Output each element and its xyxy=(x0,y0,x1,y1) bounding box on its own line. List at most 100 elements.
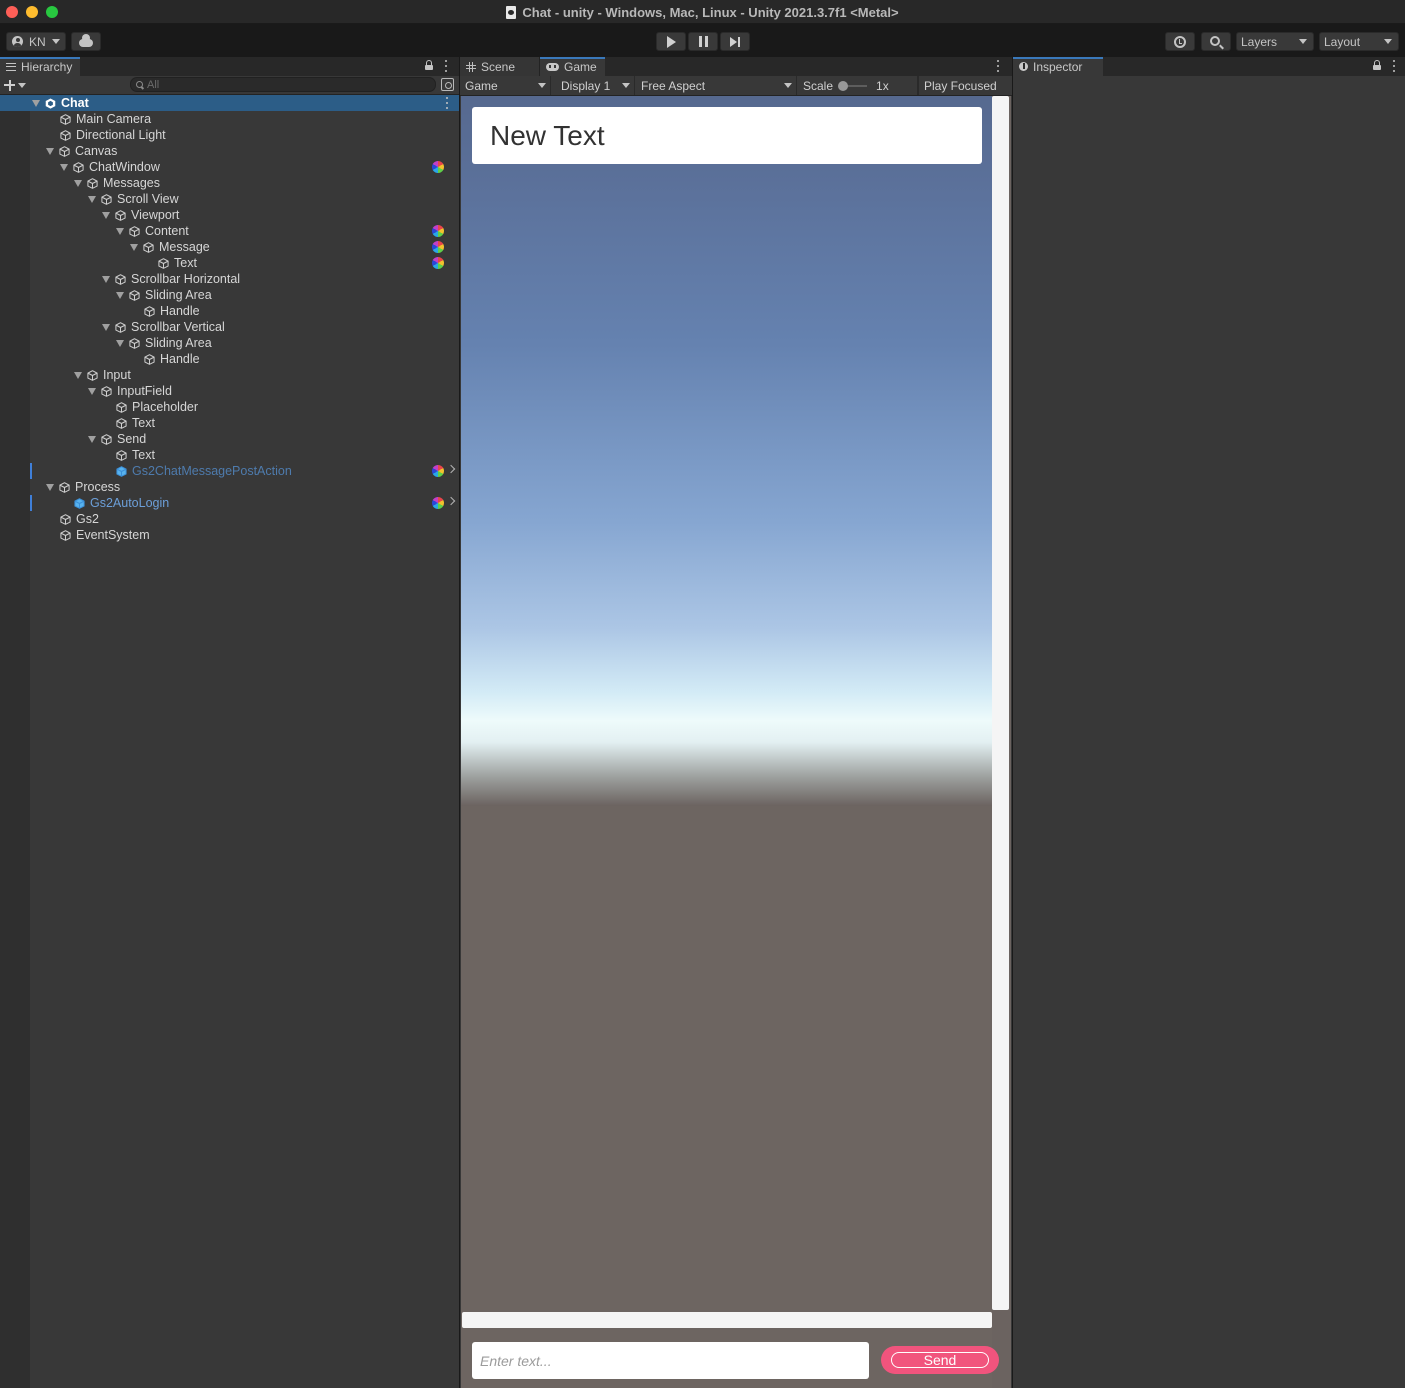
expand-arrow-icon[interactable] xyxy=(102,275,110,283)
hierarchy-row-label: Message xyxy=(159,240,210,254)
expand-arrow-icon[interactable] xyxy=(116,227,124,235)
expand-arrow-icon[interactable] xyxy=(88,387,96,395)
aspect-select[interactable]: Free Aspect xyxy=(636,76,797,95)
expand-arrow-icon[interactable] xyxy=(88,195,96,203)
layout-dropdown[interactable]: Layout xyxy=(1319,32,1399,51)
hierarchy-row[interactable]: EventSystem xyxy=(0,527,459,543)
chevron-right-icon[interactable] xyxy=(446,464,456,474)
expand-arrow-icon[interactable] xyxy=(102,323,110,331)
hierarchy-row[interactable]: Gs2 xyxy=(0,511,459,527)
scene-visibility-icon[interactable] xyxy=(441,78,454,91)
hierarchy-row[interactable]: InputField xyxy=(0,383,459,399)
hierarchy-row[interactable]: Sliding Area xyxy=(0,287,459,303)
hierarchy-row[interactable]: Text xyxy=(0,447,459,463)
gameobject-icon xyxy=(116,401,127,413)
step-button[interactable] xyxy=(720,32,750,51)
expand-arrow-icon[interactable] xyxy=(102,211,110,219)
hierarchy-row[interactable]: Text xyxy=(0,255,459,271)
lock-icon[interactable] xyxy=(425,60,433,70)
cloud-button[interactable] xyxy=(71,32,101,51)
expand-arrow-icon[interactable] xyxy=(88,435,96,443)
gameobject-icon xyxy=(60,529,71,541)
gameobject-icon xyxy=(115,321,126,333)
more-options-icon[interactable] xyxy=(996,60,1000,72)
expand-arrow-icon[interactable] xyxy=(74,371,82,379)
expand-arrow-icon[interactable] xyxy=(46,147,54,155)
hierarchy-row[interactable]: Viewport xyxy=(0,207,459,223)
hierarchy-row[interactable]: Scroll View xyxy=(0,191,459,207)
more-options-icon[interactable] xyxy=(444,60,448,72)
create-object-button[interactable] xyxy=(4,77,30,93)
hierarchy-row[interactable]: Gs2ChatMessagePostAction xyxy=(0,463,459,479)
hierarchy-row[interactable]: Directional Light xyxy=(0,127,459,143)
expand-arrow-icon[interactable] xyxy=(130,243,138,251)
tab-scene[interactable]: Scene xyxy=(460,57,540,76)
expand-arrow-icon[interactable] xyxy=(46,483,54,491)
hierarchy-row[interactable]: Handle xyxy=(0,351,459,367)
hierarchy-row[interactable]: Text xyxy=(0,415,459,431)
gameobject-icon xyxy=(60,113,71,125)
account-button[interactable]: KN xyxy=(6,32,66,51)
hierarchy-row[interactable]: Process xyxy=(0,479,459,495)
unity-scene-icon xyxy=(45,97,56,109)
tab-scene-label: Scene xyxy=(481,59,516,74)
layout-label: Layout xyxy=(1324,34,1361,49)
hierarchy-row-label: Handle xyxy=(160,352,200,366)
undo-history-button[interactable] xyxy=(1165,32,1195,51)
tab-hierarchy-label: Hierarchy xyxy=(21,59,73,74)
hierarchy-row[interactable]: Content xyxy=(0,223,459,239)
hierarchy-row[interactable]: Handle xyxy=(0,303,459,319)
more-options-icon[interactable] xyxy=(445,97,449,109)
expand-arrow-icon[interactable] xyxy=(116,291,124,299)
tab-game[interactable]: Game xyxy=(540,57,605,76)
gameobject-icon xyxy=(115,209,126,221)
hierarchy-row[interactable]: Sliding Area xyxy=(0,335,459,351)
view-select[interactable]: Game xyxy=(460,76,551,95)
horizontal-scrollbar[interactable] xyxy=(462,1312,992,1328)
hierarchy-row[interactable]: Message xyxy=(0,239,459,255)
tab-hierarchy[interactable]: Hierarchy xyxy=(0,57,81,76)
hierarchy-search[interactable] xyxy=(130,77,436,92)
play-button[interactable] xyxy=(656,32,686,51)
hierarchy-row[interactable]: Input xyxy=(0,367,459,383)
hierarchy-row[interactable]: Send xyxy=(0,431,459,447)
expand-arrow-icon[interactable] xyxy=(60,163,68,171)
plus-icon xyxy=(4,79,15,91)
hierarchy-row[interactable]: Scrollbar Vertical xyxy=(0,319,459,335)
inspector-tabbar: Inspector xyxy=(1013,57,1405,76)
expand-arrow-icon[interactable] xyxy=(32,99,40,107)
expand-arrow-icon[interactable] xyxy=(74,179,82,187)
chevron-right-icon[interactable] xyxy=(446,496,456,506)
hierarchy-row[interactable]: ChatWindow xyxy=(0,159,459,175)
game-view[interactable]: New Text Send xyxy=(461,96,1011,1388)
gameobject-icon xyxy=(101,193,112,205)
hierarchy-scene-row[interactable]: Chat xyxy=(0,95,459,111)
scale-slider[interactable] xyxy=(838,80,868,91)
hierarchy-row[interactable]: Main Camera xyxy=(0,111,459,127)
hierarchy-toolbar xyxy=(0,76,459,95)
hierarchy-search-input[interactable] xyxy=(147,78,407,91)
hierarchy-row[interactable]: Placeholder xyxy=(0,399,459,415)
lock-icon[interactable] xyxy=(1373,60,1381,70)
expand-arrow-icon[interactable] xyxy=(116,339,124,347)
chevron-down-icon xyxy=(622,83,630,88)
game-tabbar: Scene Game xyxy=(460,57,1012,76)
play-focused-dropdown[interactable]: Play Focused xyxy=(918,76,1012,95)
vertical-scrollbar[interactable] xyxy=(992,96,1009,1310)
send-button[interactable]: Send xyxy=(881,1346,999,1374)
search-button[interactable] xyxy=(1201,32,1231,51)
pause-button[interactable] xyxy=(688,32,718,51)
hierarchy-row[interactable]: Canvas xyxy=(0,143,459,159)
hierarchy-row[interactable]: Gs2AutoLogin xyxy=(0,495,459,511)
hierarchy-row[interactable]: Scrollbar Horizontal xyxy=(0,271,459,287)
scale-control: Scale 1x xyxy=(798,76,918,95)
more-options-icon[interactable] xyxy=(1392,60,1396,72)
scale-slider-handle[interactable] xyxy=(838,80,849,91)
layers-dropdown[interactable]: Layers xyxy=(1236,32,1314,51)
hierarchy-row[interactable]: Messages xyxy=(0,175,459,191)
display-select[interactable]: Display 1 xyxy=(556,76,635,95)
scene-document-icon xyxy=(506,5,517,19)
chat-input-field[interactable] xyxy=(472,1342,869,1379)
chat-input[interactable] xyxy=(480,1352,860,1369)
tab-inspector[interactable]: Inspector xyxy=(1013,57,1103,76)
